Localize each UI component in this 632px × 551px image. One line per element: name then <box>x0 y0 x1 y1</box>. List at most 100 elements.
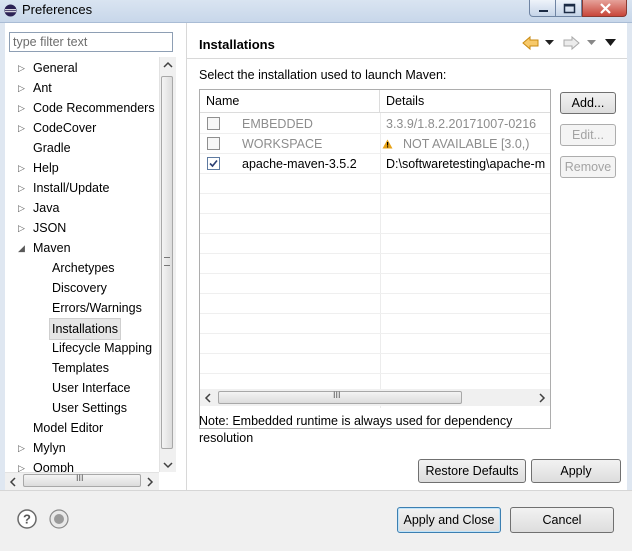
checkmark-icon <box>209 159 218 168</box>
installation-checkbox[interactable] <box>207 117 220 130</box>
table-gridline <box>200 273 550 274</box>
column-header-label: Details <box>386 94 425 108</box>
table-row[interactable]: apache-maven-3.5.2 D:\softwaretesting\apa… <box>200 154 550 174</box>
import-export-icon[interactable] <box>49 509 69 529</box>
column-header-label: Name <box>206 94 240 108</box>
collapsed-twisty-icon[interactable]: ▷ <box>18 178 28 198</box>
table-gridline <box>200 233 550 234</box>
table-gridline <box>200 153 550 154</box>
tree-item-label: User Settings <box>52 401 128 415</box>
tree-item-label: Lifecycle Mapping <box>52 341 153 355</box>
grip-icon: III <box>333 390 341 400</box>
expanded-twisty-icon[interactable]: ◢ <box>18 238 28 258</box>
tree-vertical-scroll-thumb[interactable] <box>161 76 173 449</box>
table-gridline <box>200 213 550 214</box>
table-gridline <box>200 313 550 314</box>
scroll-up-icon <box>163 61 173 68</box>
warning-icon <box>382 139 393 149</box>
close-icon <box>600 3 611 14</box>
back-arrow-icon <box>522 35 539 51</box>
collapsed-twisty-icon[interactable]: ▷ <box>18 98 28 118</box>
tree-item-label: Help <box>33 161 59 175</box>
table-gridline <box>200 193 550 194</box>
close-window-button[interactable] <box>582 0 627 17</box>
view-menu-icon[interactable] <box>605 39 617 47</box>
installation-details: D:\softwaretesting\apache-m <box>386 157 546 171</box>
page-description: Select the installation used to launch M… <box>199 68 447 82</box>
collapsed-twisty-icon[interactable]: ▷ <box>18 58 28 78</box>
tree-item-label: Mylyn <box>33 441 66 455</box>
table-gridline <box>200 333 550 334</box>
tree-item-label: Templates <box>52 361 109 375</box>
preferences-dialog: ▷ General ▷ Ant ▷ Code Recommenders ▷ CodeCover… <box>5 23 627 490</box>
add-button[interactable]: Add... <box>560 92 616 114</box>
maximize-button[interactable] <box>555 0 582 17</box>
tree-item-label: Discovery <box>52 281 107 295</box>
collapsed-twisty-icon[interactable]: ▷ <box>18 198 28 218</box>
title-bar: Preferences <box>0 0 632 23</box>
tree-item-label: Code Recommenders <box>33 101 155 115</box>
column-header-name[interactable]: Name <box>200 90 380 113</box>
grip-icon: III <box>76 473 84 483</box>
tree-item-label: Archetypes <box>52 261 115 275</box>
installation-details: 3.3.9/1.8.2.20171007-0216 <box>386 117 537 131</box>
page-title: Installations <box>199 37 275 52</box>
cancel-button[interactable]: Cancel <box>510 507 614 533</box>
header-separator <box>187 58 627 59</box>
collapsed-twisty-icon[interactable]: ▷ <box>18 118 28 138</box>
table-gridline <box>200 353 550 354</box>
collapsed-twisty-icon[interactable]: ▷ <box>18 438 28 458</box>
tree-item-label: JSON <box>33 221 67 235</box>
table-gridline <box>200 253 550 254</box>
tree-item-label: Install/Update <box>33 181 110 195</box>
remove-button[interactable]: Remove <box>560 156 616 178</box>
back-menu-chevron-down-icon[interactable] <box>545 40 554 46</box>
collapsed-twisty-icon[interactable]: ▷ <box>18 158 28 178</box>
installations-table[interactable]: Name Details EMBEDDED 3.3.9/1.8.2.2017100… <box>199 89 551 429</box>
forward-menu-chevron-down-icon[interactable] <box>587 40 596 46</box>
tree-item-label: Installations <box>49 318 122 340</box>
eclipse-app-icon <box>4 4 17 17</box>
table-row[interactable]: WORKSPACE NOT AVAILABLE [3.0,) <box>200 134 550 154</box>
scroll-left-icon <box>204 393 211 403</box>
scroll-right-icon <box>147 477 154 487</box>
tree-item-label: Ant <box>33 81 52 95</box>
installation-checkbox[interactable] <box>207 137 220 150</box>
table-row[interactable]: EMBEDDED 3.3.9/1.8.2.20171007-0216 <box>200 114 550 134</box>
tree-item-label: Model Editor <box>33 421 104 435</box>
table-horizontal-scroll-thumb[interactable]: III <box>218 390 462 404</box>
collapsed-twisty-icon[interactable]: ▷ <box>18 78 28 98</box>
tree-item-label: User Interface <box>52 381 131 395</box>
back-button[interactable] <box>521 35 541 51</box>
apply-and-close-button[interactable]: Apply and Close <box>397 507 501 533</box>
svg-text:?: ? <box>23 512 31 527</box>
tree-horizontal-scroll-thumb[interactable]: III <box>23 473 141 487</box>
installation-name: apache-maven-3.5.2 <box>242 157 357 171</box>
scroll-down-icon <box>163 462 173 469</box>
help-icon[interactable]: ? <box>17 509 37 529</box>
apply-button[interactable]: Apply <box>531 459 621 483</box>
table-gridline <box>200 173 550 174</box>
preferences-navigation: ▷ General ▷ Ant ▷ Code Recommenders ▷ CodeCover… <box>5 23 187 490</box>
table-gridline <box>200 373 550 374</box>
tree-item-label: Maven <box>33 241 71 255</box>
installation-name: EMBEDDED <box>242 117 313 131</box>
collapsed-twisty-icon[interactable]: ▷ <box>18 218 28 238</box>
tree-item-label: Java <box>33 201 60 215</box>
tree-item-label: CodeCover <box>33 121 97 135</box>
tree-item-label: Gradle <box>33 141 71 155</box>
table-gridline <box>200 133 550 134</box>
restore-defaults-button[interactable]: Restore Defaults <box>418 459 526 483</box>
window-title: Preferences <box>22 2 93 17</box>
column-header-details[interactable]: Details <box>380 90 550 113</box>
forward-button[interactable] <box>561 35 581 51</box>
edit-button[interactable]: Edit... <box>560 124 616 146</box>
tree-item-label: General <box>33 61 78 75</box>
installation-checkbox[interactable] <box>207 157 220 170</box>
minimize-button[interactable] <box>529 0 556 17</box>
scroll-right-icon <box>539 393 546 403</box>
maximize-icon <box>563 3 576 14</box>
minimize-icon <box>539 10 548 12</box>
table-gridline <box>200 293 550 294</box>
filter-input[interactable] <box>9 32 173 52</box>
